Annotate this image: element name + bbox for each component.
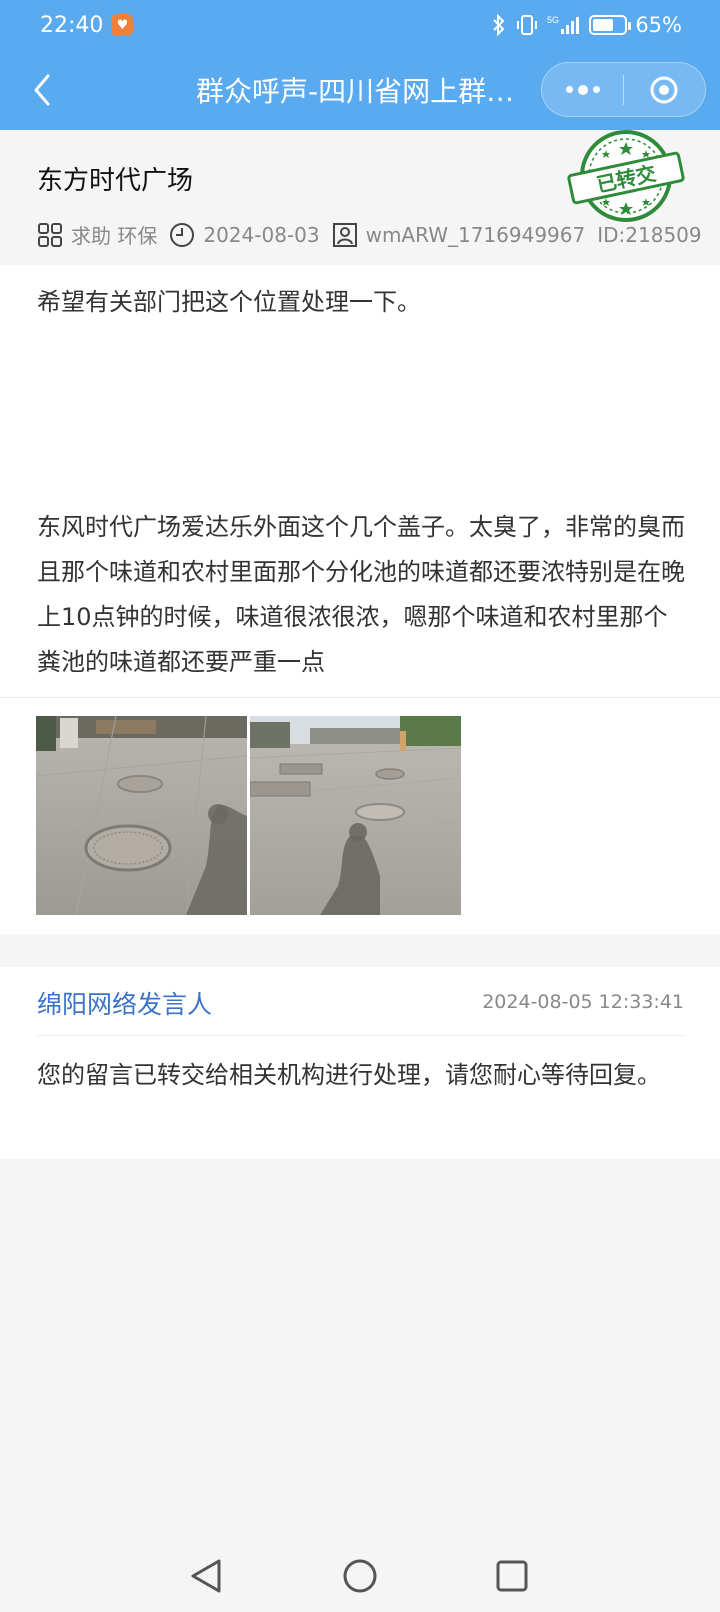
post-content: 希望有关部门把这个位置处理一下。 东风时代广场爱达乐外面这个几个盖子。太臭了，非… <box>0 265 720 697</box>
content-paragraph-1: 希望有关部门把这个位置处理一下。 <box>37 288 421 316</box>
battery-icon <box>589 15 632 35</box>
post-category: 求助 环保 <box>71 224 158 248</box>
manhole-photo-2[interactable] <box>250 716 461 915</box>
reply-time: 2024-08-05 12:33:41 <box>482 991 684 1013</box>
system-back-button[interactable] <box>184 1554 228 1598</box>
official-reply: 绵阳网络发言人 2024-08-05 12:33:41 您的留言已转交给相关机构… <box>0 967 720 1159</box>
user-icon <box>332 222 358 248</box>
vibrate-icon <box>515 14 539 36</box>
page-title: 群众呼声-四川省网上群众工作平台 <box>196 75 526 108</box>
content-paragraph-2: 东风时代广场爱达乐外面这个几个盖子。太臭了，非常的臭而且那个味道和农村里面那个分… <box>37 513 685 676</box>
mini-program-capsule <box>541 62 706 117</box>
square-recents-icon <box>496 1560 528 1592</box>
svg-text:5G: 5G <box>547 15 559 25</box>
system-home-button[interactable] <box>338 1554 382 1598</box>
chevron-left-icon <box>34 74 50 106</box>
system-navigation-bar <box>0 1540 720 1612</box>
clock-icon <box>169 222 195 248</box>
target-close-icon <box>650 76 678 103</box>
category-grid-icon <box>37 222 63 248</box>
close-button[interactable] <box>624 63 705 116</box>
post-title: 东方时代广场 <box>37 166 194 196</box>
navigation-bar: 群众呼声-四川省网上群众工作平台 <box>0 50 720 130</box>
manhole-photo-1[interactable] <box>36 716 247 915</box>
app-notification-icon: ♥ <box>111 14 134 36</box>
post-author: wmARW_1716949967 <box>365 222 586 247</box>
circle-home-icon <box>343 1559 377 1593</box>
back-button[interactable] <box>20 68 64 112</box>
transferred-stamp: 已转交 <box>567 130 685 222</box>
triangle-back-icon <box>191 1559 221 1593</box>
reply-divider <box>37 1035 684 1036</box>
battery-percent: 65% <box>635 13 682 37</box>
reply-author: 绵阳网络发言人 <box>37 990 213 1019</box>
signal-icon: 5G <box>547 14 581 36</box>
bluetooth-icon <box>491 14 507 36</box>
status-bar: 22:40 ♥ 5G 65% <box>0 0 720 50</box>
more-dots-icon <box>565 84 600 95</box>
reply-text: 您的留言已转交给相关机构进行处理，请您耐心等待回复。 <box>37 1061 661 1089</box>
status-time: 22:40 <box>40 12 104 38</box>
post-date: 2024-08-03 <box>203 222 320 247</box>
image-gallery <box>0 697 720 934</box>
more-button[interactable] <box>542 63 623 116</box>
system-recents-button[interactable] <box>490 1554 534 1598</box>
